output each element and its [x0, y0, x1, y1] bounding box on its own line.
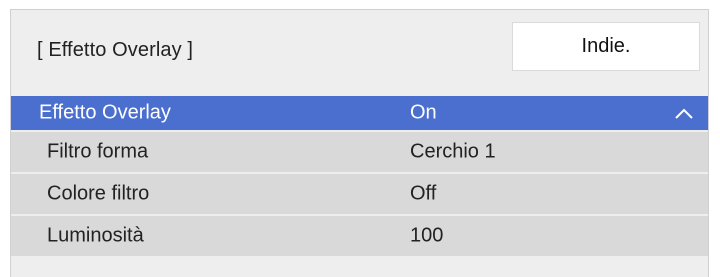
menu-list: Effetto Overlay On Filtro forma Cerchio …	[11, 96, 708, 258]
menu-item-value: Off	[410, 182, 437, 205]
menu-item-label: Luminosità	[47, 224, 144, 247]
menu-item-value: 100	[410, 224, 444, 247]
page-title: [ Effetto Overlay ]	[37, 39, 194, 61]
menu-item-value: On	[410, 101, 437, 124]
menu-item-luminosita[interactable]: Luminosità 100	[11, 216, 708, 256]
menu-item-colore-filtro[interactable]: Colore filtro Off	[11, 174, 708, 214]
settings-panel: [ Effetto Overlay ] Indie. Effetto Overl…	[10, 9, 709, 277]
menu-item-label: Colore filtro	[47, 182, 150, 205]
menu-item-value: Cerchio 1	[410, 140, 496, 163]
menu-item-label: Filtro forma	[47, 140, 149, 163]
menu-item-filtro-forma[interactable]: Filtro forma Cerchio 1	[11, 132, 708, 172]
chevron-up-icon[interactable]	[674, 106, 694, 120]
back-button[interactable]: Indie.	[512, 22, 700, 71]
menu-item-label: Effetto Overlay	[39, 101, 171, 124]
menu-item-effetto-overlay[interactable]: Effetto Overlay On	[11, 96, 708, 130]
